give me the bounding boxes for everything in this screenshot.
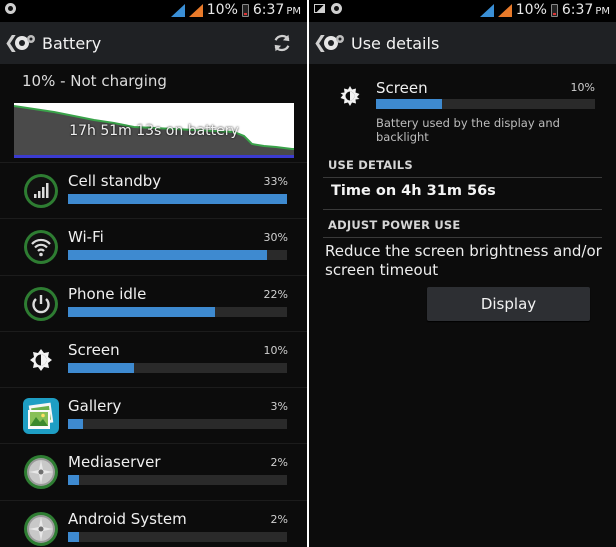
signal-orange-icon (188, 3, 203, 17)
wifi-icon (24, 230, 58, 265)
image-notification-icon (314, 4, 325, 13)
item-label: Wi-Fi (68, 228, 104, 247)
screenshot-composite: 10% 6:37PM ❮ Battery 10% - Not charging (0, 0, 616, 547)
settings-logo-icon[interactable] (322, 31, 346, 55)
page-title: Use details (351, 33, 440, 53)
item-label: Screen (68, 340, 120, 359)
list-item-android-system[interactable]: Android System 2% (0, 499, 307, 547)
battery-status-icon (241, 3, 249, 17)
status-bar: 10% 6:37 PM (0, 0, 307, 22)
usage-bar-fill (68, 475, 79, 486)
clock: 6:37 PM (561, 2, 610, 18)
android-system-icon (24, 511, 58, 546)
item-percent: 22% (263, 287, 288, 301)
power-icon (24, 286, 58, 321)
battery-status-icon (550, 3, 558, 17)
refresh-icon[interactable] (271, 32, 293, 54)
mediaserver-icon (24, 455, 58, 490)
reduce-brightness-text: Reduce the screen brightness and/or scre… (325, 242, 602, 279)
list-item-mediaserver[interactable]: Mediaserver 2% (0, 443, 307, 499)
item-percent: 30% (263, 231, 288, 245)
item-percent: 33% (263, 175, 288, 188)
usage-bar-fill (68, 362, 134, 373)
display-settings-button[interactable]: Display (427, 287, 590, 321)
charge-status: 10% - Not charging (22, 72, 167, 90)
status-bar: 10% 6:37 PM (309, 0, 616, 22)
list-item-wifi[interactable]: Wi-Fi 30% (0, 218, 307, 274)
time-on-value: Time on 4h 31m 56s (331, 183, 496, 199)
usage-bar-fill (376, 99, 442, 109)
usage-bar (68, 250, 287, 261)
detail-name: Screen (376, 79, 428, 97)
usage-bar-fill (68, 419, 84, 430)
adjust-power-header: ADJUST POWER USE (328, 218, 461, 232)
list-item-phone-idle[interactable]: Phone idle 22% (0, 274, 307, 331)
detail-usage-bar (376, 99, 595, 109)
settings-logo-icon[interactable] (13, 31, 37, 55)
battery-percent-status: 10% (515, 2, 547, 18)
usage-bar (68, 475, 287, 486)
use-details-screen: 10% 6:37 PM ❮ Use details Screen 10% Batt… (309, 0, 616, 547)
brightness-icon (340, 86, 360, 106)
list-item-cell-standby[interactable]: Cell standby 33% (0, 162, 307, 218)
usage-bar-fill (68, 250, 268, 261)
usage-bar-fill (68, 531, 79, 542)
usage-bar (68, 419, 287, 430)
item-percent: 2% (270, 456, 288, 470)
item-percent: 3% (270, 400, 288, 414)
graph-label: 17h 51m 13s on battery (69, 123, 239, 139)
battery-screen: 10% 6:37PM ❮ Battery 10% - Not charging (0, 0, 307, 547)
messenger-notification-icon (5, 3, 16, 14)
item-label: Phone idle (68, 284, 147, 303)
usage-bar (68, 306, 287, 317)
list-item-screen[interactable]: Screen 10% (0, 330, 307, 387)
divider (323, 237, 602, 238)
cell-standby-icon (24, 174, 58, 208)
use-details-header: USE DETAILS (328, 158, 413, 172)
signal-blue-icon (170, 3, 185, 17)
usage-list: Cell standby 33% Wi-Fi 30% Phone idle 22… (0, 162, 307, 547)
item-percent: 2% (270, 512, 288, 526)
clock: 6:37 PM (252, 2, 301, 18)
item-percent: 10% (263, 343, 288, 357)
usage-bar-fill (68, 306, 215, 317)
gallery-icon (23, 398, 59, 435)
action-bar: ❮ Battery (0, 22, 307, 64)
list-item-gallery[interactable]: Gallery 3% (0, 387, 307, 443)
back-chevron-icon[interactable]: ❮ (313, 33, 327, 53)
page-title: Battery (42, 33, 102, 53)
divider (323, 177, 602, 178)
signal-blue-icon (479, 3, 494, 17)
messenger-notification-icon (331, 3, 342, 14)
action-bar: ❮ Use details (309, 22, 616, 64)
detail-percent: 10% (570, 81, 595, 94)
item-label: Android System (68, 509, 187, 528)
signal-orange-icon (497, 3, 512, 17)
usage-bar (68, 194, 287, 204)
item-label: Mediaserver (68, 453, 161, 472)
brightness-icon (30, 348, 52, 371)
usage-bar (68, 362, 287, 373)
detail-description: Battery used by the display and backligh… (376, 116, 560, 144)
divider (323, 209, 602, 210)
back-chevron-icon[interactable]: ❮ (4, 33, 18, 53)
usage-bar-fill (68, 194, 287, 204)
item-label: Gallery (68, 397, 122, 416)
battery-percent-status: 10% (206, 2, 238, 18)
usage-bar (68, 531, 287, 542)
item-label: Cell standby (68, 172, 162, 190)
